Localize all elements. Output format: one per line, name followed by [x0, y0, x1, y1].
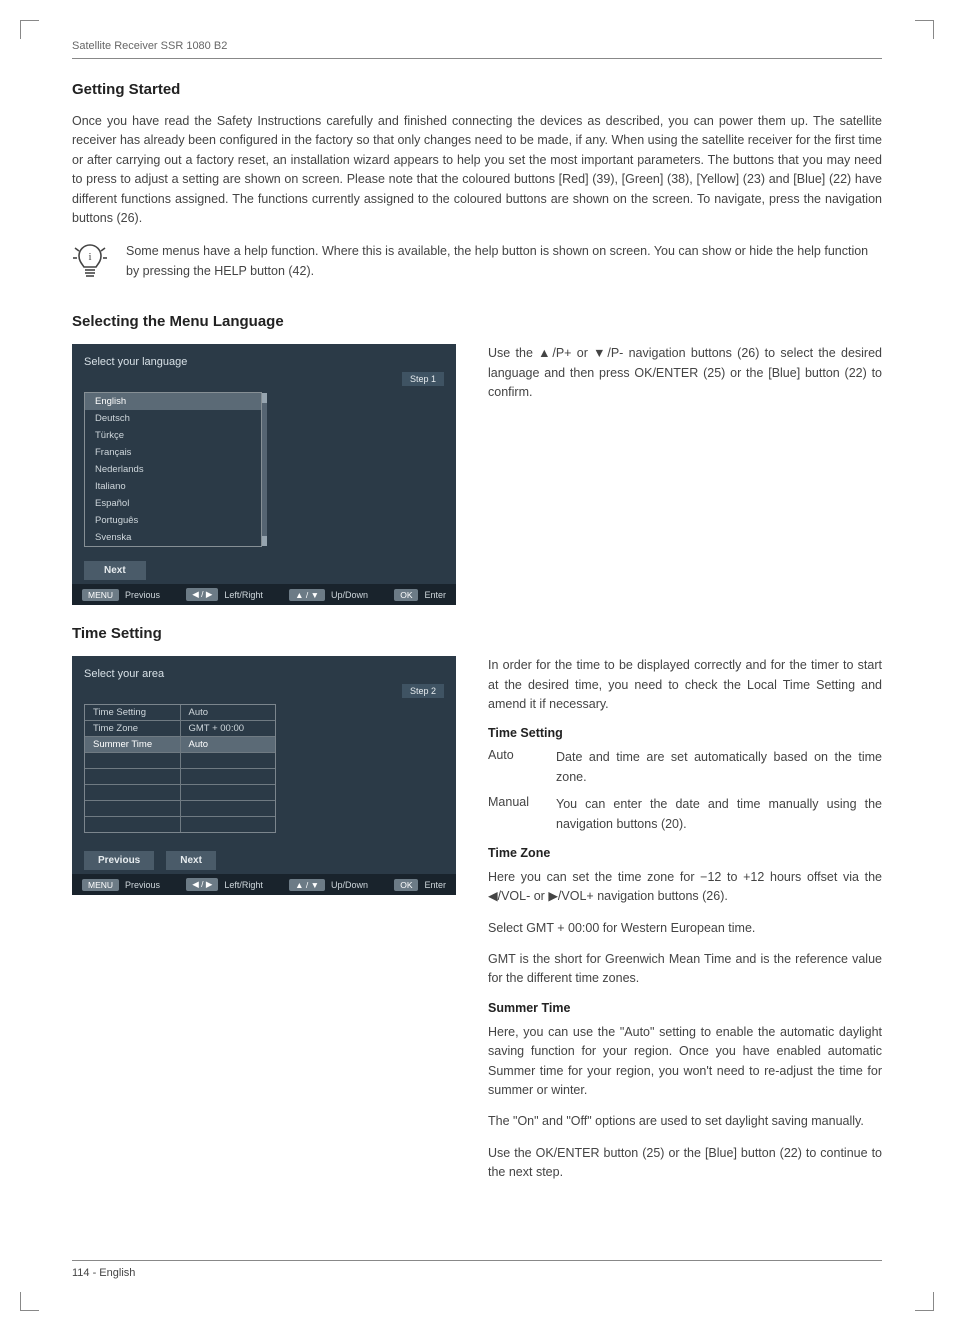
section-getting-started: Getting Started	[72, 81, 882, 98]
row-value[interactable]: Auto	[181, 705, 276, 720]
row-label: Time Zone	[85, 721, 181, 736]
def-term: Manual	[488, 795, 542, 834]
step-badge: Step 2	[402, 684, 444, 698]
updown-key: ▲ / ▼	[289, 589, 325, 601]
lightbulb-icon: i	[72, 242, 108, 291]
leftright-key: ◀ / ▶	[186, 588, 218, 601]
ok-key: OK	[394, 589, 418, 601]
running-head: Satellite Receiver SSR 1080 B2	[72, 40, 882, 59]
time-zone-p1: Here you can set the time zone for −12 t…	[488, 868, 882, 907]
key-label: Enter	[424, 590, 446, 600]
language-screen: Select your language Step 1 English Deut…	[72, 344, 456, 605]
list-item[interactable]: Svenska	[85, 529, 261, 546]
def-desc: You can enter the date and time manually…	[556, 795, 882, 834]
list-item[interactable]: Français	[85, 444, 261, 461]
screen-title: Select your language	[84, 356, 448, 368]
summer-p1: Here, you can use the "Auto" setting to …	[488, 1023, 882, 1101]
scrollbar[interactable]	[262, 393, 267, 546]
list-item[interactable]: Türkçe	[85, 427, 261, 444]
language-desc: Use the ▲/P+ or ▼/P- navigation buttons …	[488, 344, 882, 402]
tip-text: Some menus have a help function. Where t…	[126, 242, 882, 281]
menu-key: MENU	[82, 589, 119, 601]
key-bar: MENU Previous ◀ / ▶ Left/Right ▲ / ▼ Up/Dow…	[72, 584, 456, 605]
next-button[interactable]: Next	[84, 561, 146, 580]
key-label: Left/Right	[224, 880, 263, 890]
row-label: Time Setting	[85, 705, 181, 720]
key-label: Previous	[125, 590, 160, 600]
ok-key: OK	[394, 879, 418, 891]
language-list[interactable]: English Deutsch Türkçe Français Nederlan…	[84, 392, 262, 547]
key-bar: MENU Previous ◀ / ▶ Left/Right ▲ / ▼ Up/Dow…	[72, 874, 456, 895]
summer-p3: Use the OK/ENTER button (25) or the [Blu…	[488, 1144, 882, 1183]
time-screen: Select your area Step 2 Time SettingAuto…	[72, 656, 456, 895]
time-zone-heading: Time Zone	[488, 846, 882, 860]
summer-time-heading: Summer Time	[488, 1001, 882, 1015]
list-item[interactable]: English	[85, 393, 261, 410]
screen-title: Select your area	[84, 668, 448, 680]
row-value[interactable]: Auto	[181, 737, 276, 752]
svg-text:i: i	[88, 251, 91, 263]
time-setting-heading: Time Setting	[488, 726, 882, 740]
previous-button[interactable]: Previous	[84, 851, 154, 870]
def-desc: Date and time are set automatically base…	[556, 748, 882, 787]
time-zone-p2: Select GMT + 00:00 for Western European …	[488, 919, 882, 938]
key-label: Left/Right	[224, 590, 263, 600]
list-item[interactable]: Español	[85, 495, 261, 512]
step-badge: Step 1	[402, 372, 444, 386]
list-item[interactable]: Português	[85, 512, 261, 529]
row-label: Summer Time	[85, 737, 181, 752]
section-time-setting: Time Setting	[72, 625, 882, 642]
leftright-key: ◀ / ▶	[186, 878, 218, 891]
time-table[interactable]: Time SettingAuto Time ZoneGMT + 00:00 Su…	[84, 704, 276, 833]
list-item[interactable]: Nederlands	[85, 461, 261, 478]
next-button[interactable]: Next	[166, 851, 216, 870]
row-value[interactable]: GMT + 00:00	[181, 721, 276, 736]
key-label: Previous	[125, 880, 160, 890]
page-footer: 114 - English	[72, 1260, 882, 1279]
list-item[interactable]: Italiano	[85, 478, 261, 495]
time-intro: In order for the time to be displayed co…	[488, 656, 882, 714]
summer-p2: The "On" and "Off" options are used to s…	[488, 1112, 882, 1131]
section-menu-language: Selecting the Menu Language	[72, 313, 882, 330]
updown-key: ▲ / ▼	[289, 879, 325, 891]
time-zone-p3: GMT is the short for Greenwich Mean Time…	[488, 950, 882, 989]
def-term: Auto	[488, 748, 542, 787]
menu-key: MENU	[82, 879, 119, 891]
key-label: Up/Down	[331, 880, 368, 890]
key-label: Enter	[424, 880, 446, 890]
getting-started-intro: Once you have read the Safety Instructio…	[72, 112, 882, 228]
list-item[interactable]: Deutsch	[85, 410, 261, 427]
key-label: Up/Down	[331, 590, 368, 600]
